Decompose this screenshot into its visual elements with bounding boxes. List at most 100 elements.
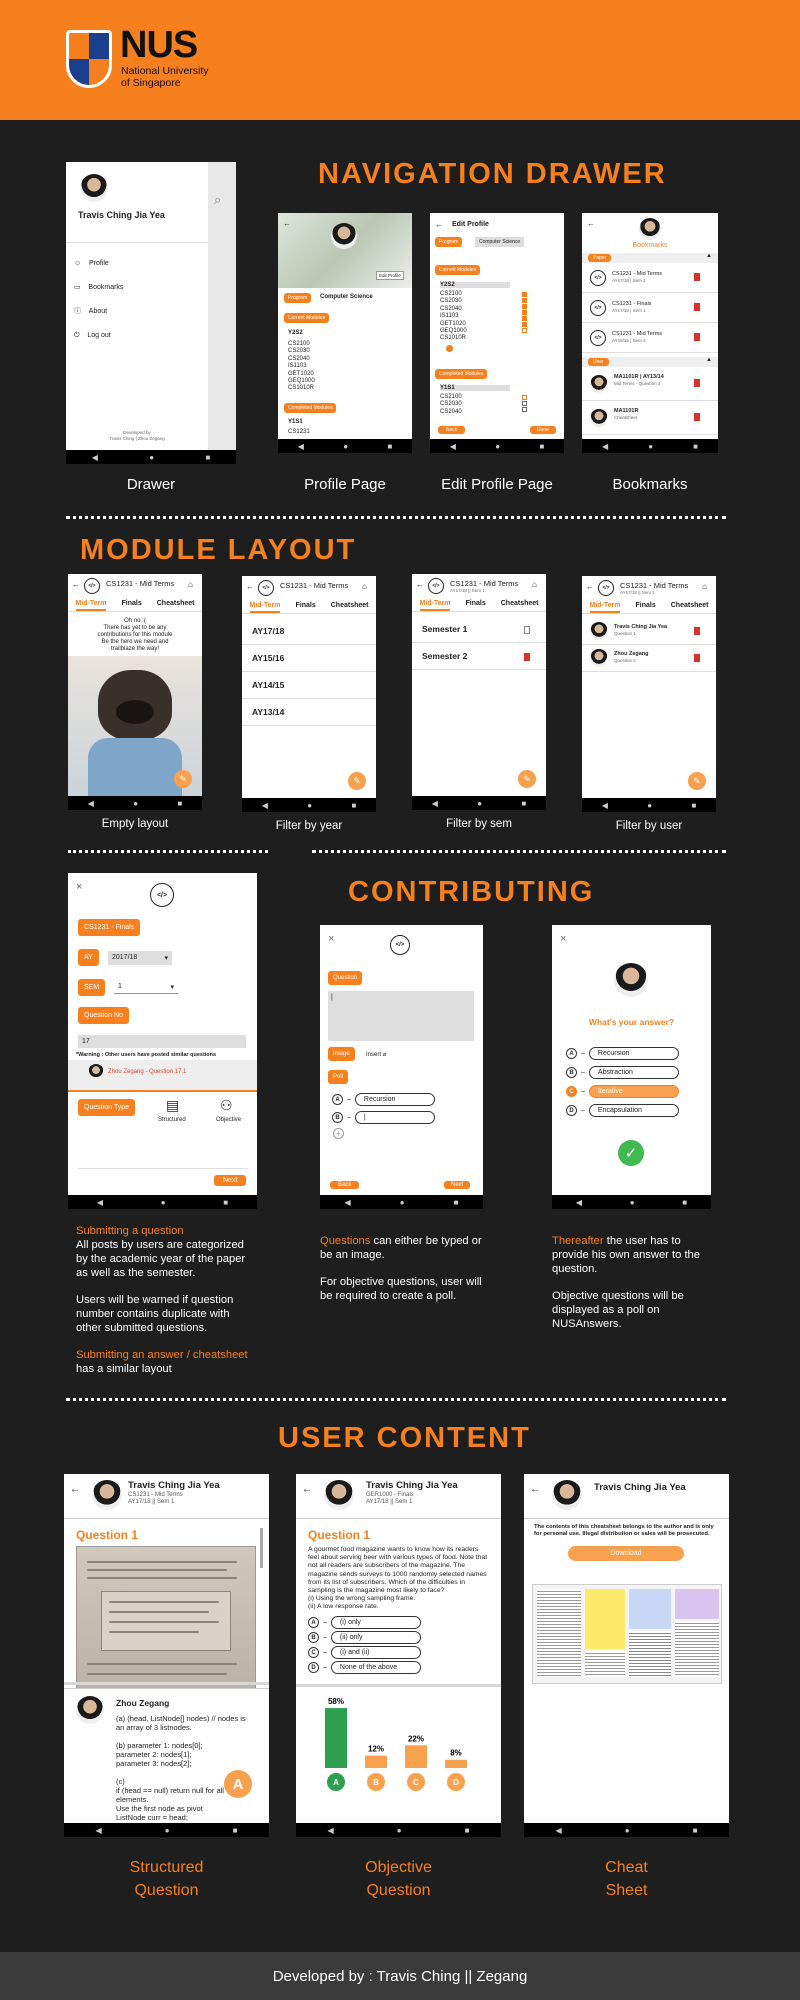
objective-option-d[interactable]: D – None of the above (308, 1661, 421, 1674)
bookmark-icon[interactable] (694, 413, 700, 421)
answer-option-d[interactable]: D – Encapsulation (566, 1104, 679, 1117)
back-icon[interactable]: ◀ (345, 1198, 351, 1207)
download-button[interactable]: Download (568, 1546, 684, 1561)
back-icon[interactable]: ◀ (96, 1826, 102, 1835)
home-icon[interactable]: ● (161, 1198, 166, 1207)
home-icon[interactable]: ● (495, 442, 500, 451)
home-icon[interactable]: ● (343, 442, 348, 451)
poll-option-b[interactable]: B – | (332, 1111, 435, 1124)
checkbox[interactable] (522, 401, 527, 406)
tab-mid-term[interactable]: Mid-Term (249, 602, 281, 613)
bookmark-icon[interactable] (694, 333, 700, 341)
back-arrow-icon[interactable]: ← (70, 1484, 80, 1495)
check-icon[interactable]: ✓ (618, 1140, 644, 1166)
add-module-icon[interactable] (446, 345, 453, 352)
bookmark-icon[interactable] (694, 303, 700, 311)
home-icon[interactable]: ● (625, 1826, 630, 1835)
close-icon[interactable]: × (560, 933, 566, 945)
bookmark-icon[interactable] (694, 654, 700, 662)
recents-icon[interactable]: ■ (693, 442, 698, 451)
back-icon[interactable]: ◀ (576, 1198, 582, 1207)
back-button[interactable]: Back (438, 426, 466, 434)
year-row[interactable]: AY15/16 (242, 645, 376, 672)
tab-cheatsheet[interactable]: Cheatsheet (671, 602, 709, 613)
bookmark-icon[interactable] (524, 653, 530, 661)
answer-fab[interactable]: A (224, 1770, 252, 1798)
drawer-item-profile[interactable]: ☺ Profile (74, 252, 123, 276)
back-icon[interactable]: ◀ (92, 453, 98, 462)
home-icon[interactable]: ● (400, 1198, 405, 1207)
tab-mid-term[interactable]: Mid-Term (589, 602, 621, 613)
edit-fab-icon[interactable]: ✎ (174, 770, 192, 788)
tab-mid-term[interactable]: Mid-Term (75, 600, 107, 611)
bookmark-icon[interactable] (524, 626, 530, 634)
user-row[interactable]: Zhou Zegang Question 2 (582, 645, 716, 672)
recents-icon[interactable]: ■ (223, 1198, 228, 1207)
recents-icon[interactable]: ■ (691, 801, 696, 810)
back-arrow-icon[interactable]: ← (435, 220, 443, 229)
recents-icon[interactable]: ■ (539, 442, 544, 451)
objective-option-a[interactable]: A – (i) only (308, 1616, 421, 1629)
objective-option-b[interactable]: B – (ii) only (308, 1631, 421, 1644)
next-button[interactable]: Next (214, 1175, 247, 1186)
collapse-icon[interactable]: ▲ (706, 357, 712, 363)
checkbox[interactable] (522, 407, 527, 412)
back-arrow-icon[interactable]: ← (72, 580, 80, 589)
home-icon[interactable]: ⌂ (532, 580, 537, 589)
tab-cheatsheet[interactable]: Cheatsheet (157, 600, 195, 611)
back-button[interactable]: Back (330, 1181, 360, 1189)
recents-icon[interactable]: ■ (521, 799, 526, 808)
done-button[interactable]: Done (530, 426, 556, 434)
checkbox[interactable] (522, 304, 527, 309)
add-option-icon[interactable]: + (333, 1128, 344, 1139)
bookmark-paper-item[interactable]: </> CS1231 - Finals AY17/18 | Sem 1 (582, 295, 718, 323)
answer-option-a[interactable]: A – Recursion (566, 1047, 679, 1060)
sem-select[interactable]: 1 ▾ (114, 981, 178, 994)
bookmark-user-item[interactable]: MA1101R | AY13/14 Mid Terms - Question 3 (582, 369, 718, 401)
checkbox[interactable] (522, 292, 527, 297)
ay-select[interactable]: 2017/18 ▾ (108, 951, 172, 965)
back-icon[interactable]: ◀ (450, 442, 456, 451)
collapse-icon[interactable]: ▲ (706, 253, 712, 259)
answer-option-b[interactable]: B – Abstraction (566, 1066, 679, 1079)
objective-option-c[interactable]: C – (i) and (ii) (308, 1646, 421, 1659)
edit-fab-icon[interactable]: ✎ (518, 770, 536, 788)
user-row[interactable]: Travis Ching Jia Yea Question 1 (582, 618, 716, 645)
home-icon[interactable]: ⌂ (362, 582, 367, 591)
objective-type-icon[interactable]: ⚇ (220, 1097, 233, 1114)
back-icon[interactable]: ◀ (602, 801, 608, 810)
bookmark-icon[interactable] (694, 273, 700, 281)
home-icon[interactable]: ● (165, 1826, 170, 1835)
insert-image-link[interactable]: Insert ⌀ (366, 1051, 386, 1058)
checkbox[interactable] (522, 322, 527, 327)
close-icon[interactable]: × (76, 881, 82, 893)
home-icon[interactable]: ⌂ (702, 582, 707, 591)
back-arrow-icon[interactable]: ← (283, 219, 291, 228)
recents-icon[interactable]: ■ (177, 799, 182, 808)
home-icon[interactable]: ● (477, 799, 482, 808)
back-icon[interactable]: ◀ (262, 801, 268, 810)
back-icon[interactable]: ◀ (602, 442, 608, 451)
drawer-item-logout[interactable]: ⏻ Log out (74, 324, 123, 348)
back-icon[interactable]: ◀ (97, 1198, 103, 1207)
next-button[interactable]: Next (444, 1181, 471, 1189)
poll-option-a[interactable]: A – Recursion (332, 1093, 435, 1106)
tab-finals[interactable]: Finals (296, 602, 316, 613)
edit-profile-button[interactable]: Edit Profile (376, 271, 404, 280)
cheatsheet-image[interactable] (532, 1584, 722, 1684)
recents-icon[interactable]: ■ (233, 1826, 238, 1835)
close-icon[interactable]: × (328, 933, 334, 945)
back-icon[interactable]: ◀ (556, 1826, 562, 1835)
back-icon[interactable]: ◀ (298, 442, 304, 451)
question-number-input[interactable]: 17 (78, 1035, 246, 1048)
checkbox[interactable] (522, 328, 527, 333)
drawer-item-about[interactable]: ⓘ About (74, 300, 123, 324)
back-icon[interactable]: ◀ (88, 799, 94, 808)
bookmark-icon[interactable] (694, 379, 700, 387)
checkbox[interactable] (522, 395, 527, 400)
bookmark-paper-item[interactable]: </> CS1231 - Mid Terms AY15/16 | Sem 2 (582, 325, 718, 353)
recents-icon[interactable]: ■ (454, 1198, 459, 1207)
home-icon[interactable]: ● (149, 453, 154, 462)
home-icon[interactable]: ⌂ (188, 580, 193, 589)
recents-icon[interactable]: ■ (465, 1826, 470, 1835)
